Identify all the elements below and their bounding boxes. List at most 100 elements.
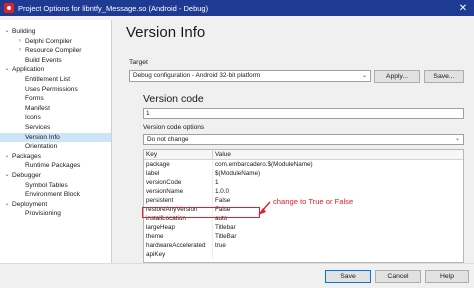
main-panel: Version Info Target Debug configuration … [112, 16, 474, 263]
tree-item-label: Application [12, 66, 45, 74]
save-button[interactable]: Save [325, 270, 371, 283]
tree-item-label: Uses Permissions [25, 85, 78, 93]
apply-button[interactable]: Apply... [374, 70, 420, 83]
grid-value-cell[interactable]: TitleBar [213, 232, 463, 241]
grid-key-cell: installLocation [144, 214, 213, 223]
grid-value-cell[interactable]: 1.0.0 [213, 187, 463, 196]
tree-item[interactable]: Forms [0, 94, 111, 104]
tree-item[interactable]: Build Events [0, 56, 111, 66]
save-target-button[interactable]: Save... [424, 70, 464, 83]
tree-item[interactable]: Symbol Tables [0, 181, 111, 191]
grid-rows: package com.embarcadero.$(ModuleName) labe… [144, 160, 463, 259]
grid-header-key[interactable]: Key [144, 150, 213, 159]
tree-item[interactable]: ⌄ Packages [0, 152, 111, 162]
tree-item[interactable]: Version Info [0, 132, 111, 143]
window-close-button[interactable]: ✕ [452, 0, 474, 16]
grid-value-cell[interactable] [213, 250, 463, 259]
grid-header-value[interactable]: Value [213, 150, 463, 159]
version-code-options-select[interactable]: Do not change ⌄ [143, 134, 464, 145]
version-code-options-label: Version code options [143, 124, 205, 131]
table-row[interactable]: hardwareAccelerated true [144, 241, 463, 250]
chevron-down-icon: ⌄ [361, 73, 367, 79]
grid-value-cell[interactable]: False [213, 205, 463, 214]
table-row[interactable]: largeHeap Titlebar [144, 223, 463, 232]
tree-item-label: Packages [12, 152, 41, 160]
table-row[interactable]: versionName 1.0.0 [144, 187, 463, 196]
tree-item-label: Deployment [12, 200, 48, 208]
grid-key-cell: package [144, 160, 213, 169]
tree-item[interactable]: Runtime Packages [0, 161, 111, 171]
tree-item[interactable]: ⌄ Application [0, 65, 111, 75]
tree-item-label: Entitlement List [25, 75, 71, 83]
grid-key-cell: persistent [144, 196, 213, 205]
chevron-down-icon[interactable]: ⌄ [2, 27, 12, 37]
grid-value-cell[interactable]: com.embarcadero.$(ModuleName) [213, 160, 463, 169]
tree-item-label: Version Info [25, 133, 60, 141]
table-row[interactable]: versionCode 1 [144, 178, 463, 187]
table-row[interactable]: installLocation auto [144, 214, 463, 223]
table-row[interactable]: label $(ModuleName) [144, 169, 463, 178]
grid-value-cell[interactable]: auto [213, 214, 463, 223]
tree-item[interactable]: ⌄ Deployment [0, 200, 111, 210]
chevron-down-icon[interactable]: ⌄ [2, 152, 12, 162]
grid-value-cell[interactable]: 1 [213, 178, 463, 187]
grid-key-cell: theme [144, 232, 213, 241]
table-row[interactable]: apiKey [144, 250, 463, 259]
chevron-down-icon[interactable]: ⌄ [2, 200, 12, 210]
window-titlebar: Project Options for libntfy_Message.so (… [0, 0, 474, 16]
grid-key-cell: largeHeap [144, 223, 213, 232]
version-code-options-value: Do not change [147, 136, 189, 143]
version-code-heading: Version code [143, 93, 204, 105]
options-tree: ⌄ Building › Delphi Compiler › Resource Compi… [0, 20, 112, 263]
tree-item[interactable]: Services [0, 123, 111, 133]
tree-item-label: Resource Compiler [25, 47, 82, 55]
target-select[interactable]: Debug configuration - Android 32-bit pla… [129, 70, 371, 82]
chevron-down-icon: ⌄ [454, 136, 460, 142]
table-row[interactable]: package com.embarcadero.$(ModuleName) [144, 160, 463, 169]
grid-key-cell: restoreAnyVersion [144, 205, 213, 214]
tree-item[interactable]: ⌄ Building [0, 27, 111, 37]
table-row[interactable]: theme TitleBar [144, 232, 463, 241]
grid-header: Key Value [144, 150, 463, 160]
tree-item[interactable]: Orientation [0, 142, 111, 152]
tree-item[interactable]: Provisioning [0, 209, 111, 219]
tree-item-label: Forms [25, 95, 44, 103]
version-code-input[interactable]: 1 [143, 108, 464, 119]
tree-item-label: Runtime Packages [25, 162, 81, 170]
tree-item[interactable]: Uses Permissions [0, 85, 111, 95]
tree-item[interactable]: Entitlement List [0, 75, 111, 85]
grid-key-cell: label [144, 169, 213, 178]
tree-item-label: Build Events [25, 56, 62, 64]
grid-value-cell[interactable]: Titlebar [213, 223, 463, 232]
tree-item[interactable]: Icons [0, 113, 111, 123]
chevron-right-icon[interactable]: › [15, 37, 25, 47]
tree-item[interactable]: Environment Block [0, 190, 111, 200]
tree-item-label: Provisioning [25, 210, 61, 218]
table-row[interactable]: restoreAnyVersion False [144, 205, 463, 214]
chevron-down-icon[interactable]: ⌄ [2, 65, 12, 75]
target-label: Target [129, 59, 148, 66]
window-title: Project Options for libntfy_Message.so (… [18, 3, 209, 13]
help-button[interactable]: Help [425, 270, 469, 283]
target-select-value: Debug configuration - Android 32-bit pla… [133, 72, 261, 79]
tree-item[interactable]: › Resource Compiler [0, 46, 111, 56]
annotation-text: change to True or False [273, 197, 354, 206]
tree-item-label: Environment Block [25, 191, 80, 199]
key-value-grid: Key Value package com.embarcadero.$(Modul… [143, 149, 464, 263]
tree-item-label: Icons [25, 114, 41, 122]
grid-key-cell: versionCode [144, 178, 213, 187]
tree-item[interactable]: › Delphi Compiler [0, 37, 111, 47]
chevron-right-icon[interactable]: › [15, 46, 25, 56]
grid-key-cell: hardwareAccelerated [144, 241, 213, 250]
tree-item-label: Symbol Tables [25, 181, 68, 189]
grid-key-cell: versionName [144, 187, 213, 196]
tree-item[interactable]: Manifest [0, 104, 111, 114]
tree-item[interactable]: ⌄ Debugger [0, 171, 111, 181]
cancel-button[interactable]: Cancel [375, 270, 421, 283]
tree-item-label: Building [12, 28, 36, 35]
grid-value-cell[interactable]: true [213, 241, 463, 250]
app-icon [4, 3, 14, 13]
tree-item-label: Debugger [12, 171, 41, 179]
grid-value-cell[interactable]: $(ModuleName) [213, 169, 463, 178]
chevron-down-icon[interactable]: ⌄ [2, 171, 12, 181]
